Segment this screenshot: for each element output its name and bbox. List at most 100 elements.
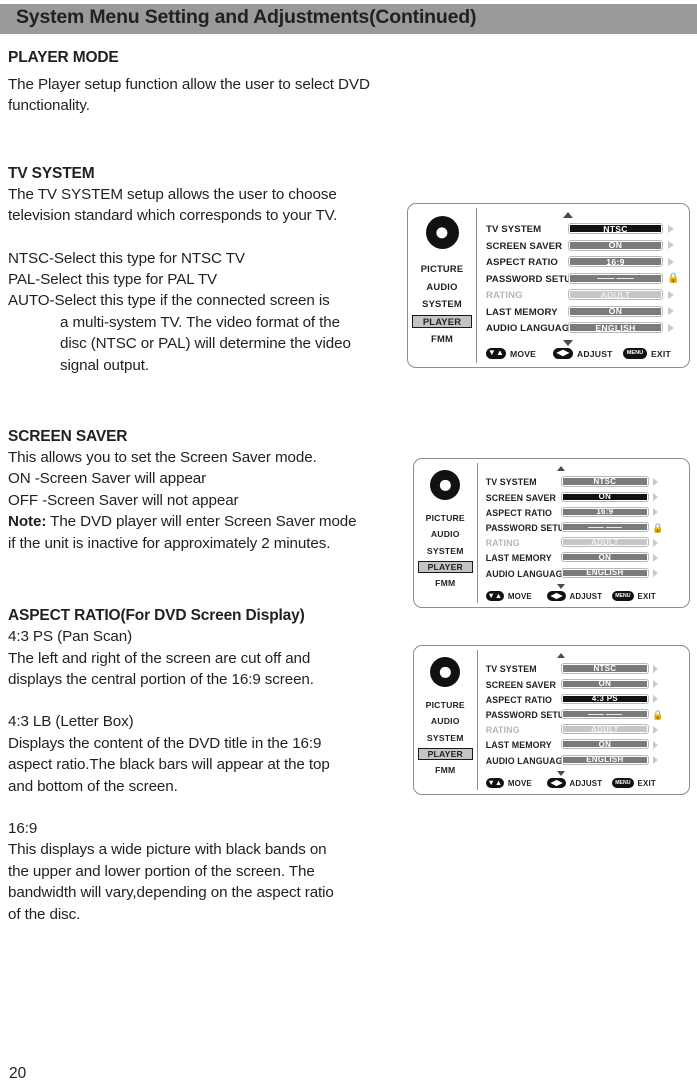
osd-category-system[interactable]: SYSTEM	[418, 545, 473, 557]
chevron-right-icon[interactable]	[653, 680, 659, 689]
osd-menu-panel: PICTURE AUDIO SYSTEM PLAYER FMM TV SYSTEM NTSC…	[413, 645, 690, 795]
menu-key-icon[interactable]: MENU	[611, 778, 634, 789]
adjust-keys-icon[interactable]: ◀▶	[553, 347, 573, 359]
paragraph-line: Displays the content of the DVD title in…	[8, 734, 322, 752]
osd-value-text: ON	[563, 740, 647, 749]
paragraph-line: AUTO-Select this type if the connected s…	[8, 292, 330, 310]
note-line: Note: The DVD player will enter Screen S…	[8, 511, 408, 532]
move-keys-icon[interactable]: ▼▲	[486, 347, 506, 359]
osd-category-fmm[interactable]: FMM	[418, 764, 473, 776]
osd-value-bar-audio-language[interactable]: ENGLISH	[561, 754, 649, 765]
chevron-right-icon[interactable]	[668, 307, 674, 315]
hint-label-exit: EXIT	[637, 779, 656, 789]
osd-row-label-audio-language: AUDIO LANGUAGE	[485, 755, 569, 766]
osd-value-bar-password-setup[interactable]: —— ——	[561, 709, 649, 720]
section-aspect-ratio: ASPECT RATIO(For DVD Screen Display) 4:3…	[8, 606, 408, 925]
osd-value-bar-aspect-ratio[interactable]: 16:9	[568, 256, 663, 267]
osd-category-fmm[interactable]: FMM	[412, 332, 472, 346]
paragraph-line: of the disc.	[8, 905, 81, 923]
osd-value-text: ENGLISH	[570, 323, 661, 333]
osd-category-picture[interactable]: PICTURE	[418, 512, 473, 524]
osd-value-bar-tv-system[interactable]: NTSC	[568, 223, 663, 234]
chevron-right-icon[interactable]	[653, 508, 659, 517]
paragraph-line: television standard which corresponds to…	[8, 207, 338, 225]
lock-icon: 🔒	[652, 522, 664, 533]
osd-category-player[interactable]: PLAYER	[417, 747, 473, 761]
osd-value-bar-rating[interactable]: ADULT	[568, 289, 663, 300]
osd-value-bar-password-setup[interactable]: —— ——	[561, 522, 649, 533]
section-heading-tv-system: TV SYSTEM	[8, 164, 95, 182]
osd-value-bar-password-setup[interactable]: —— ——	[568, 272, 663, 284]
osd-value-bar-tv-system[interactable]: NTSC	[561, 476, 649, 487]
scroll-up-arrow-icon[interactable]	[563, 212, 573, 218]
adjust-keys-icon[interactable]: ◀▶	[547, 778, 566, 789]
chevron-right-icon[interactable]	[653, 695, 659, 704]
chevron-right-icon[interactable]	[653, 568, 659, 577]
osd-row-label-rating: RATING	[486, 290, 523, 301]
osd-value-bar-rating[interactable]: ADULT	[561, 724, 649, 735]
section-heading-aspect-ratio: ASPECT RATIO(For DVD Screen Display)	[8, 607, 305, 625]
osd-category-audio[interactable]: AUDIO	[412, 280, 472, 294]
move-keys-icon[interactable]: ▼▲	[485, 591, 505, 602]
menu-key-icon[interactable]: MENU	[623, 347, 647, 359]
osd-value-text: NTSC	[563, 664, 647, 673]
chevron-right-icon[interactable]	[653, 725, 659, 734]
osd-value-bar-screen-saver[interactable]: ON	[568, 239, 663, 251]
osd-category-system[interactable]: SYSTEM	[412, 297, 472, 311]
scroll-up-arrow-icon[interactable]	[556, 653, 565, 659]
chevron-right-icon[interactable]	[653, 553, 659, 562]
osd-category-player[interactable]: PLAYER	[412, 314, 472, 328]
osd-value-bar-aspect-ratio[interactable]: 16:9	[561, 506, 649, 517]
osd-category-audio[interactable]: AUDIO	[418, 715, 473, 727]
osd-row-label-password-setup: PASSWORD SETUP	[485, 523, 571, 534]
osd-value-bar-rating[interactable]: ADULT	[561, 537, 649, 548]
osd-row-label-aspect-ratio: ASPECT RATIO	[485, 507, 553, 518]
chevron-right-icon[interactable]	[653, 664, 659, 673]
osd-value-bar-screen-saver[interactable]: ON	[561, 678, 649, 689]
osd-category-fmm[interactable]: FMM	[418, 577, 473, 589]
osd-value-bar-last-memory[interactable]: ON	[561, 739, 649, 750]
scroll-down-arrow-icon[interactable]	[563, 339, 573, 346]
osd-value-bar-last-memory[interactable]: ON	[568, 305, 663, 317]
osd-value-text: ON	[563, 492, 647, 501]
chevron-right-icon[interactable]	[653, 477, 659, 486]
chevron-right-icon[interactable]	[653, 538, 659, 547]
hint-label-adjust: ADJUST	[569, 592, 603, 602]
paragraph-line: OFF -Screen Saver will not appear	[8, 491, 239, 509]
chevron-right-icon[interactable]	[653, 493, 659, 502]
osd-value-bar-screen-saver[interactable]: ON	[561, 491, 649, 502]
osd-category-system[interactable]: SYSTEM	[418, 732, 473, 744]
chevron-right-icon[interactable]	[668, 241, 674, 249]
chevron-right-icon[interactable]	[668, 224, 674, 233]
osd-category-player[interactable]: PLAYER	[417, 560, 473, 574]
adjust-keys-icon[interactable]: ◀▶	[547, 591, 566, 602]
section-tv-system: TV SYSTEM The TV SYSTEM setup allows the…	[8, 164, 408, 376]
chevron-right-icon[interactable]	[668, 290, 674, 299]
osd-value-bar-audio-language[interactable]: ENGLISH	[568, 322, 663, 333]
osd-value-text: ON	[563, 553, 647, 562]
scroll-down-arrow-icon[interactable]	[556, 770, 565, 776]
section-screen-saver: SCREEN SAVER This allows you to set the …	[8, 427, 408, 554]
chevron-right-icon[interactable]	[668, 257, 674, 266]
move-keys-icon[interactable]: ▼▲	[485, 778, 505, 789]
chevron-right-icon[interactable]	[668, 323, 674, 332]
osd-value-bar-aspect-ratio[interactable]: 4:3 PS	[561, 693, 649, 704]
paragraph-line: displays the central portion of the 16:9…	[8, 670, 314, 688]
menu-key-icon[interactable]: MENU	[611, 591, 634, 602]
osd-value-text: ADULT	[563, 725, 647, 734]
osd-value-bar-audio-language[interactable]: ENGLISH	[561, 567, 649, 578]
osd-category-picture[interactable]: PICTURE	[412, 262, 472, 276]
osd-value-bar-last-memory[interactable]: ON	[561, 552, 649, 563]
scroll-up-arrow-icon[interactable]	[556, 466, 565, 472]
osd-category-audio[interactable]: AUDIO	[418, 528, 473, 540]
scroll-down-arrow-icon[interactable]	[556, 583, 565, 589]
osd-value-bar-tv-system[interactable]: NTSC	[561, 663, 649, 674]
chevron-right-icon[interactable]	[653, 740, 659, 749]
paragraph-line: NTSC-Select this type for NTSC TV	[8, 249, 245, 267]
chevron-right-icon[interactable]	[653, 755, 659, 764]
note-label: Note:	[8, 513, 47, 531]
hint-label-exit: EXIT	[651, 348, 671, 359]
osd-menu-panel: PICTURE AUDIO SYSTEM PLAYER FMM TV SYSTEM NTSC…	[413, 458, 690, 608]
paragraph-line: disc (NTSC or PAL) will determine the vi…	[60, 335, 351, 353]
osd-category-picture[interactable]: PICTURE	[418, 699, 473, 711]
